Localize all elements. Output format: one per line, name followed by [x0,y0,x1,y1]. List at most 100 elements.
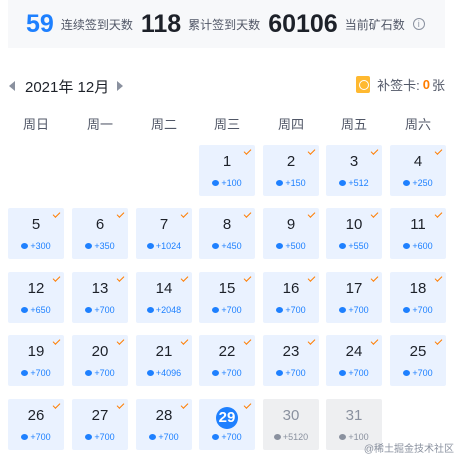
calendar-day[interactable]: 12 +650 [8,272,64,323]
day-reward: +700 [199,368,255,378]
calendar-day[interactable]: 6 +350 [72,208,128,259]
calendar-day[interactable]: 16 +700 [263,272,319,323]
day-number: 21 [155,343,173,360]
calendar-day[interactable]: 13 +700 [72,272,128,323]
calendar-day[interactable]: 7 +1024 [136,208,192,259]
ore-icon [403,180,411,186]
calendar-day[interactable]: 26 +700 [8,399,64,450]
calendar-day[interactable]: 30 +5120 [263,399,319,450]
calendar-day[interactable]: 8 +450 [199,208,255,259]
day-number: 18 [409,280,427,297]
calendar-day[interactable]: 23 +700 [263,335,319,386]
reward-value: +700 [158,432,179,442]
calendar-day[interactable]: 19 +700 [8,335,64,386]
reward-value: +100 [221,178,242,188]
day-number: 12 [27,280,45,297]
day-reward: +700 [72,368,128,378]
day-reward: +700 [199,305,255,315]
reward-value: +2048 [155,305,182,315]
calendar-day[interactable]: 18 +700 [390,272,446,323]
calendar-day[interactable]: 1 +100 [199,145,255,196]
calendar-day[interactable]: 24 +700 [326,335,382,386]
reward-value: +700 [94,432,115,442]
ore-icon [21,370,29,376]
day-number: 28 [155,407,173,424]
ore-icon [21,243,29,249]
day-reward: +700 [72,305,128,315]
calendar-day[interactable]: 14 +2048 [136,272,192,323]
reward-value: +4096 [155,368,182,378]
calendar-day[interactable]: 4 +250 [390,145,446,196]
calendar-day[interactable]: 27 +700 [72,399,128,450]
day-reward: +700 [263,305,319,315]
ore-icon [212,307,220,313]
day-reward: +700 [136,432,192,442]
ore-icon [212,180,220,186]
ore-icon [403,307,411,313]
day-reward: +450 [199,241,255,251]
day-number: 9 [286,216,296,233]
reward-value: +300 [30,241,51,251]
day-number: 1 [222,153,232,170]
reward-value: +450 [221,241,242,251]
day-number: 4 [413,153,423,170]
ore-icon [85,307,93,313]
ore-icon [276,243,284,249]
day-reward: +550 [326,241,382,251]
calendar-day[interactable]: 22 +700 [199,335,255,386]
calendar-day-today[interactable]: 29 +700 [199,399,255,450]
calendar-day[interactable]: 17 +700 [326,272,382,323]
ore-icon [273,434,281,440]
day-reward: +700 [326,305,382,315]
day-reward: +700 [326,368,382,378]
reward-value: +700 [221,305,242,315]
day-number: 13 [91,280,109,297]
calendar-day[interactable]: 28 +700 [136,399,192,450]
calendar-day[interactable]: 25 +700 [390,335,446,386]
day-number: 2 [286,153,296,170]
reward-value: +700 [285,368,306,378]
day-number: 17 [345,280,363,297]
calendar-day[interactable]: 15 +700 [199,272,255,323]
ore-icon [276,180,284,186]
calendar-day[interactable]: 10 +550 [326,208,382,259]
calendar-day[interactable]: 3 +512 [326,145,382,196]
calendar-day[interactable]: 5 +300 [8,208,64,259]
reward-value: +600 [412,241,433,251]
day-reward: +700 [390,368,446,378]
ore-icon [85,434,93,440]
reward-value: +512 [348,178,369,188]
calendar-day[interactable]: 11 +600 [390,208,446,259]
calendar-day[interactable]: 21 +4096 [136,335,192,386]
reward-value: +550 [348,241,369,251]
day-number: 5 [31,216,41,233]
day-number: 7 [159,216,169,233]
ore-icon [21,434,29,440]
ore-icon [85,370,93,376]
ore-icon [21,307,29,313]
day-reward: +300 [8,241,64,251]
ore-icon [276,370,284,376]
day-reward: +512 [326,178,382,188]
day-reward: +700 [199,432,255,442]
calendar-day[interactable]: 20 +700 [72,335,128,386]
reward-value: +700 [412,305,433,315]
ore-icon [276,307,284,313]
day-number: 11 [410,216,426,233]
day-number: 24 [345,343,363,360]
day-number: 25 [409,343,427,360]
day-number: 16 [282,280,300,297]
day-reward: +5120 [263,432,319,442]
calendar-day[interactable]: 9 +500 [263,208,319,259]
reward-value: +700 [30,432,51,442]
reward-value: +700 [94,305,115,315]
reward-value: +5120 [282,432,309,442]
day-reward: +700 [8,368,64,378]
reward-value: +700 [221,368,242,378]
calendar-day[interactable]: 2 +150 [263,145,319,196]
ore-icon [212,434,220,440]
day-number: 26 [27,407,45,424]
ore-icon [146,370,154,376]
reward-value: +700 [348,305,369,315]
reward-value: +650 [30,305,51,315]
